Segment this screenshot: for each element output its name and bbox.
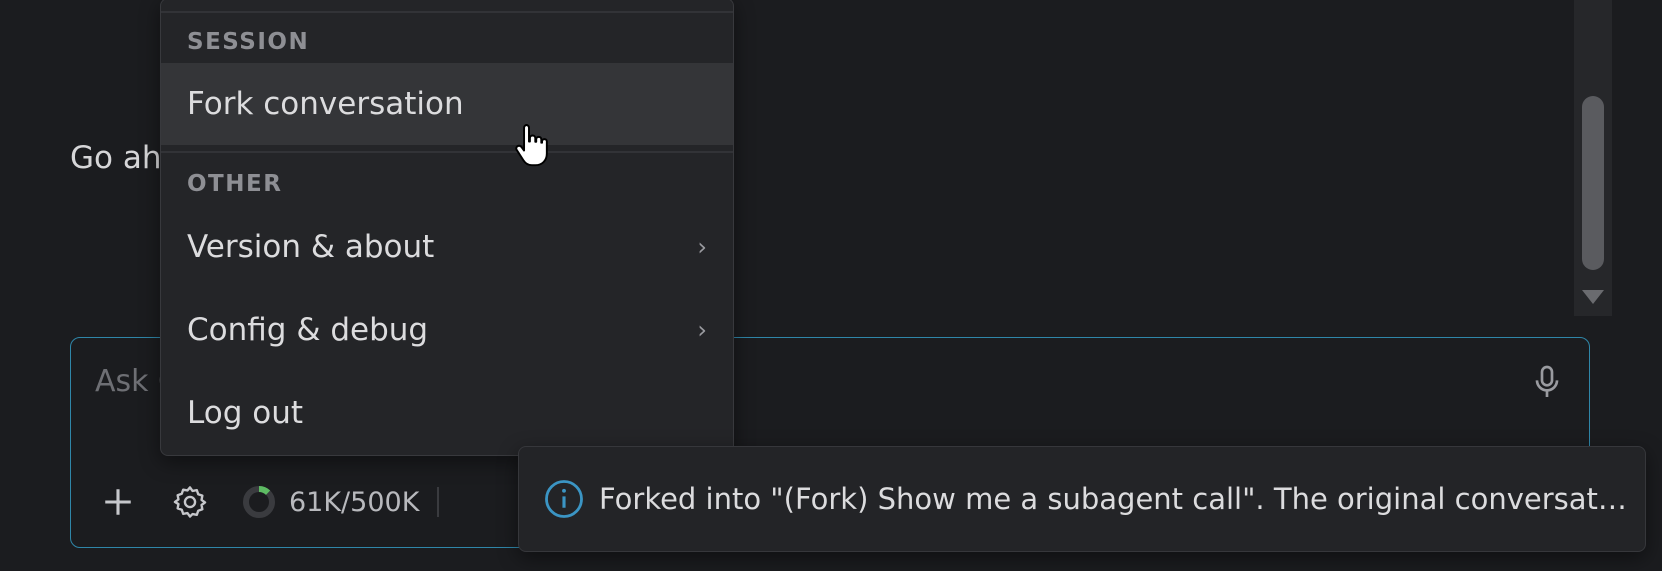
menu-item-label: Config & debug <box>187 312 429 348</box>
menu-item-version-about[interactable]: Version & about › <box>161 206 733 288</box>
menu-item-fork-conversation[interactable]: Fork conversation <box>161 63 733 145</box>
plus-icon <box>105 489 131 515</box>
gear-icon <box>173 486 207 518</box>
menu-divider <box>161 151 733 153</box>
chevron-right-icon: › <box>697 233 707 261</box>
microphone-icon[interactable] <box>1527 362 1567 402</box>
scroll-down-arrow-icon[interactable] <box>1582 290 1604 304</box>
toolbar-divider <box>437 487 440 517</box>
composer-toolbar: 61K/500K <box>93 472 440 532</box>
menu-item-config-debug[interactable]: Config & debug › <box>161 289 733 371</box>
menu-divider <box>161 11 733 13</box>
context-menu: SESSION Fork conversation OTHER Version … <box>160 0 734 456</box>
scrollbar-thumb[interactable] <box>1582 96 1604 270</box>
notification-toast: Forked into "(Fork) Show me a subagent c… <box>518 446 1646 552</box>
info-icon <box>545 480 583 518</box>
menu-section-header-other: OTHER <box>187 171 283 197</box>
menu-item-label: Version & about <box>187 229 435 265</box>
token-usage-label: 61K/500K <box>289 486 420 518</box>
settings-button[interactable] <box>165 477 215 527</box>
token-usage-ring-icon <box>243 486 275 518</box>
hand-cursor-icon <box>515 124 548 167</box>
menu-item-label: Fork conversation <box>187 86 464 122</box>
menu-section-header-session: SESSION <box>187 29 310 55</box>
menu-item-label: Log out <box>187 395 303 431</box>
menu-item-log-out[interactable]: Log out <box>161 372 733 454</box>
add-button[interactable] <box>93 477 143 527</box>
chevron-right-icon: › <box>697 316 707 344</box>
toast-message: Forked into "(Fork) Show me a subagent c… <box>599 482 1633 516</box>
app-stage: Go ahe Ask C 61K/500K SESSION Fork conve… <box>0 0 1662 571</box>
